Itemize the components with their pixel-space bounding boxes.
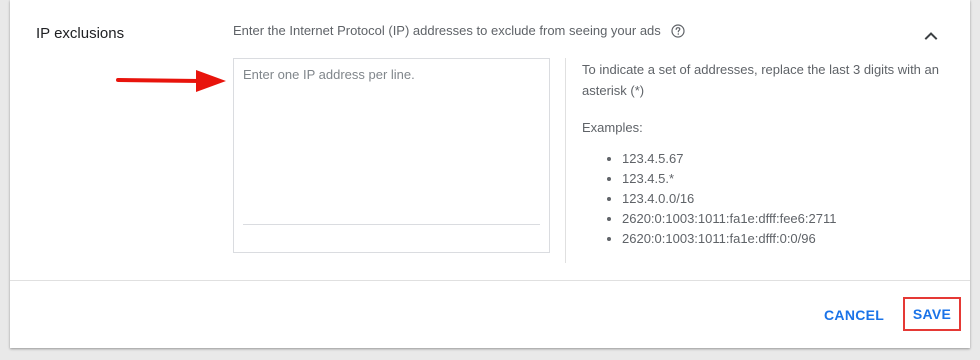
input-underline bbox=[243, 224, 540, 225]
vertical-divider bbox=[565, 58, 566, 263]
section-description: Enter the Internet Protocol (IP) address… bbox=[233, 23, 685, 38]
section-title: IP exclusions bbox=[36, 25, 125, 42]
ip-address-input-container bbox=[233, 58, 550, 253]
footer-divider bbox=[10, 280, 970, 281]
asterisk-hint: To indicate a set of addresses, replace … bbox=[582, 62, 939, 98]
list-item: 2620:0:1003:1011:fa1e:dfff:0:0/96 bbox=[622, 229, 836, 249]
examples-list: 123.4.5.67 123.4.5.* 123.4.0.0/16 2620:0… bbox=[582, 149, 836, 249]
cancel-button[interactable]: CANCEL bbox=[818, 303, 890, 327]
examples-label: Examples: bbox=[582, 120, 643, 135]
list-item: 123.4.5.* bbox=[622, 169, 836, 189]
save-button[interactable]: SAVE bbox=[903, 297, 961, 331]
description-text: Enter the Internet Protocol (IP) address… bbox=[233, 23, 661, 38]
list-item: 2620:0:1003:1011:fa1e:dfff:fee6:2711 bbox=[622, 209, 836, 229]
help-circle-icon[interactable] bbox=[671, 23, 685, 38]
red-arrow-icon bbox=[116, 67, 228, 100]
ip-address-input[interactable] bbox=[243, 67, 533, 217]
list-item: 123.4.5.67 bbox=[622, 149, 836, 169]
chevron-up-icon[interactable] bbox=[919, 24, 943, 48]
ip-exclusions-card: IP exclusions Enter the Internet Protoco… bbox=[10, 0, 970, 348]
list-item: 123.4.0.0/16 bbox=[622, 189, 836, 209]
